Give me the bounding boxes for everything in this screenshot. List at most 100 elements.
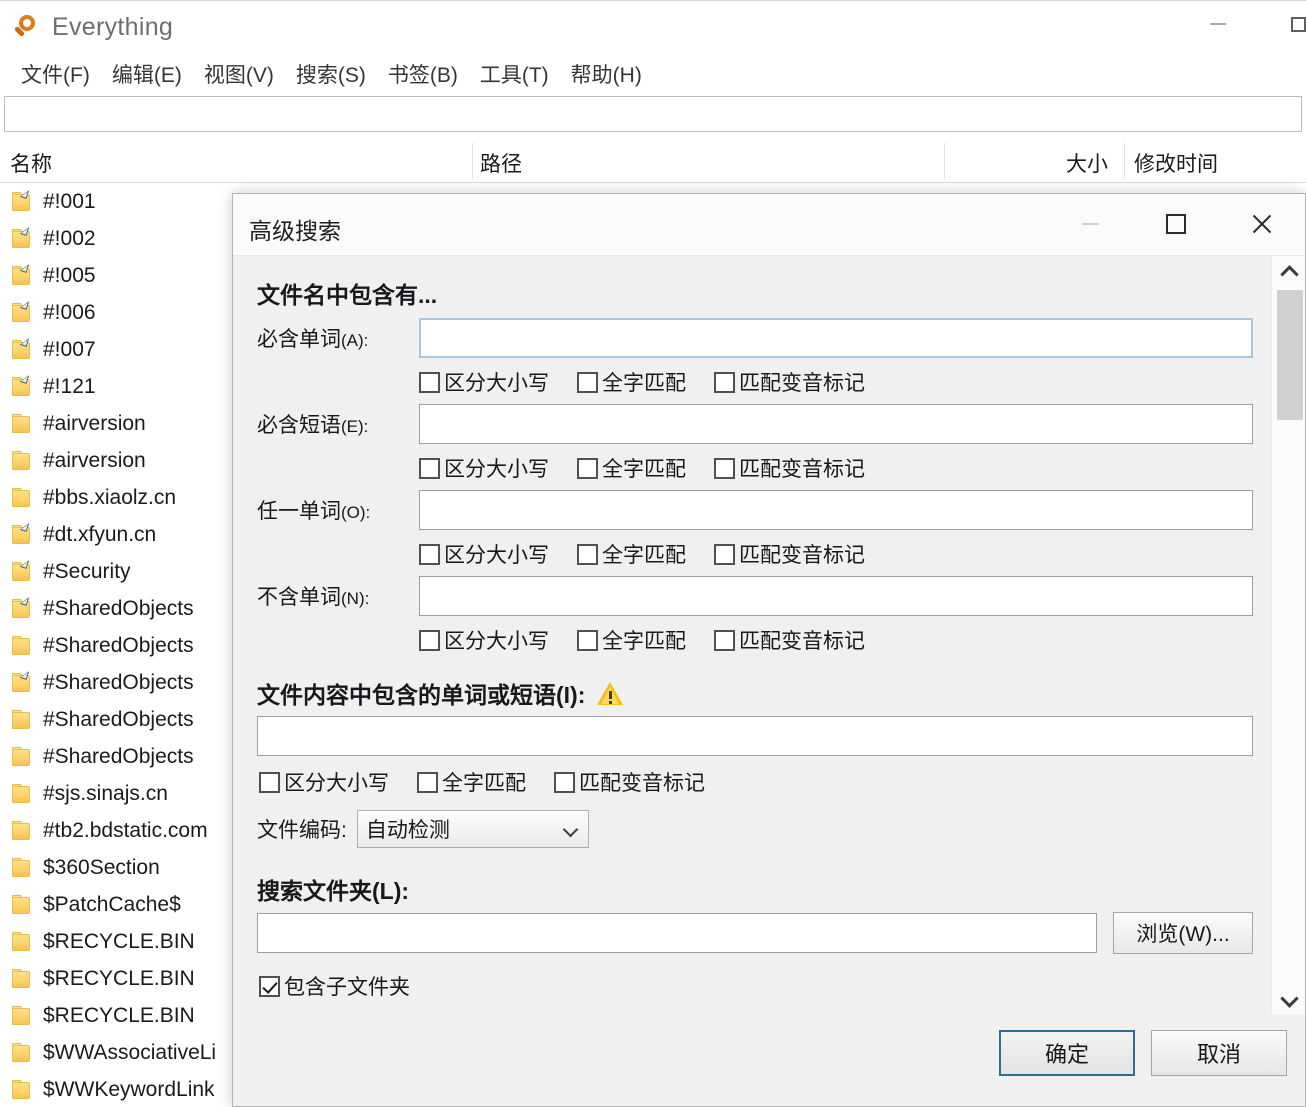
checkbox-box[interactable]	[419, 371, 440, 393]
content-match-diacritics-checkbox[interactable]: 匹配变音标记	[554, 767, 705, 797]
content-match-case-checkbox[interactable]: 区分大小写	[259, 767, 389, 797]
whole-word-checkbox[interactable]: 全字匹配	[577, 625, 686, 655]
filename-checkbox-row: 区分大小写 全字匹配 匹配变音标记	[257, 362, 1253, 402]
main-titlebar: Everything	[0, 1, 1306, 53]
folder-section-title: 搜索文件夹(L):	[257, 878, 410, 904]
menu-item-file[interactable]: 文件(F)	[10, 56, 101, 92]
file-name: #!007	[43, 337, 96, 361]
column-header-date-modified[interactable]: 修改时间	[1134, 148, 1218, 178]
filename-field-row: 必含短语(E):	[257, 402, 1253, 446]
checkbox-box[interactable]	[419, 457, 440, 479]
content-whole-word-checkbox[interactable]: 全字匹配	[417, 767, 526, 797]
include-subfolders-checkbox[interactable]: 包含子文件夹	[259, 971, 410, 1001]
dialog-content: 文件名中包含有... 必含单词(A): 区分大小写 全字匹配 匹配变音标记 必含短语(E…	[233, 256, 1271, 1016]
menu-item-search[interactable]: 搜索(S)	[285, 56, 377, 92]
checkbox-box[interactable]	[714, 543, 735, 565]
checkbox-box[interactable]	[419, 543, 440, 565]
everything-main-window: Everything 文件(F) 编辑(E) 视图(V) 搜索(S) 书签(B)…	[0, 0, 1306, 1107]
checkbox-box[interactable]	[714, 629, 735, 651]
checkbox-label: 区分大小写	[444, 458, 549, 481]
checkbox-box[interactable]	[577, 371, 598, 393]
ok-button[interactable]: 确定	[999, 1030, 1135, 1076]
folder-icon	[10, 1042, 34, 1063]
minimize-icon[interactable]	[1059, 194, 1121, 254]
filename-field-row: 必含单词(A):	[257, 316, 1253, 360]
checkbox-label: 全字匹配	[602, 372, 686, 395]
maximize-icon[interactable]	[1272, 1, 1306, 47]
folder-shortcut-icon	[10, 187, 34, 212]
menu-item-view[interactable]: 视图(V)	[193, 56, 285, 92]
checkbox-box[interactable]	[417, 771, 438, 793]
menu-item-help[interactable]: 帮助(H)	[560, 56, 653, 92]
file-name: $RECYCLE.BIN	[43, 929, 195, 953]
column-divider[interactable]	[472, 143, 473, 179]
checkbox-box[interactable]	[714, 457, 735, 479]
filename-field-label: 不含单词(N):	[257, 586, 370, 609]
search-folder-input[interactable]	[257, 913, 1097, 953]
column-divider[interactable]	[944, 143, 945, 179]
folder-shortcut-icon	[10, 668, 34, 693]
cancel-button[interactable]: 取消	[1151, 1030, 1287, 1076]
match-case-checkbox[interactable]: 区分大小写	[419, 453, 549, 483]
file-content-input[interactable]	[257, 716, 1253, 756]
file-name: #tb2.bdstatic.com	[43, 818, 208, 842]
file-name: $360Section	[43, 855, 160, 879]
folder-shortcut-icon	[10, 224, 34, 249]
dialog-titlebar[interactable]: 高级搜索	[233, 194, 1305, 256]
file-name: $RECYCLE.BIN	[43, 1003, 195, 1027]
menu-item-tools[interactable]: 工具(T)	[469, 56, 560, 92]
maximize-icon[interactable]	[1145, 194, 1207, 254]
close-icon[interactable]	[1231, 194, 1293, 254]
checkbox-box[interactable]	[419, 629, 440, 651]
whole-word-checkbox[interactable]: 全字匹配	[577, 539, 686, 569]
dialog-scrollbar[interactable]	[1271, 256, 1305, 1016]
file-name: $WWKeywordLink	[43, 1077, 215, 1101]
scroll-up-icon[interactable]	[1272, 256, 1305, 286]
menu-item-edit[interactable]: 编辑(E)	[101, 56, 193, 92]
column-header-path[interactable]: 路径	[480, 148, 522, 178]
match-case-checkbox[interactable]: 区分大小写	[419, 367, 549, 397]
match-diacritics-checkbox[interactable]: 匹配变音标记	[714, 625, 865, 655]
column-divider[interactable]	[1124, 143, 1125, 179]
filename-checkbox-row: 区分大小写 全字匹配 匹配变音标记	[257, 620, 1253, 660]
file-name: #!006	[43, 300, 96, 324]
file-name: $WWAssociativeLi	[43, 1040, 217, 1064]
browse-button[interactable]: 浏览(W)...	[1113, 912, 1253, 954]
filename-field-label: 必含单词(A):	[257, 328, 369, 351]
checkbox-box[interactable]	[259, 975, 280, 997]
folder-shortcut-icon	[10, 298, 34, 323]
folder-icon	[10, 931, 34, 952]
whole-word-checkbox[interactable]: 全字匹配	[577, 367, 686, 397]
filename-field-input[interactable]	[419, 576, 1253, 616]
match-diacritics-checkbox[interactable]: 匹配变音标记	[714, 367, 865, 397]
checkbox-box[interactable]	[714, 371, 735, 393]
folder-icon	[10, 820, 34, 841]
match-diacritics-checkbox[interactable]: 匹配变音标记	[714, 539, 865, 569]
checkbox-box[interactable]	[577, 629, 598, 651]
filename-field-input[interactable]	[419, 404, 1253, 444]
match-case-checkbox[interactable]: 区分大小写	[419, 539, 549, 569]
menu-item-bookmarks[interactable]: 书签(B)	[377, 56, 469, 92]
minimize-icon[interactable]	[1192, 1, 1244, 47]
filename-field-input[interactable]	[419, 490, 1253, 530]
column-header-size[interactable]: 大小	[1066, 148, 1108, 178]
checkbox-box[interactable]	[577, 543, 598, 565]
checkbox-box[interactable]	[259, 771, 280, 793]
match-case-checkbox[interactable]: 区分大小写	[419, 625, 549, 655]
checkbox-box[interactable]	[577, 457, 598, 479]
filename-field-input[interactable]	[419, 318, 1253, 358]
filename-fields-group: 必含单词(A): 区分大小写 全字匹配 匹配变音标记 必含短语(E): 区分大小写 全字匹配…	[257, 316, 1253, 660]
file-name: #airversion	[43, 411, 146, 435]
encoding-select[interactable]: 自动检测	[356, 810, 589, 848]
scrollbar-thumb[interactable]	[1277, 290, 1303, 420]
scroll-down-icon[interactable]	[1272, 986, 1305, 1016]
match-diacritics-checkbox[interactable]: 匹配变音标记	[714, 453, 865, 483]
search-input[interactable]	[4, 96, 1302, 132]
checkbox-label: 全字匹配	[602, 630, 686, 653]
checkbox-box[interactable]	[554, 771, 575, 793]
file-name: #bbs.xiaolz.cn	[43, 485, 177, 509]
column-header-name[interactable]: 名称	[10, 148, 52, 178]
file-name: #!121	[43, 374, 96, 398]
whole-word-checkbox[interactable]: 全字匹配	[577, 453, 686, 483]
file-name: #dt.xfyun.cn	[43, 522, 157, 546]
